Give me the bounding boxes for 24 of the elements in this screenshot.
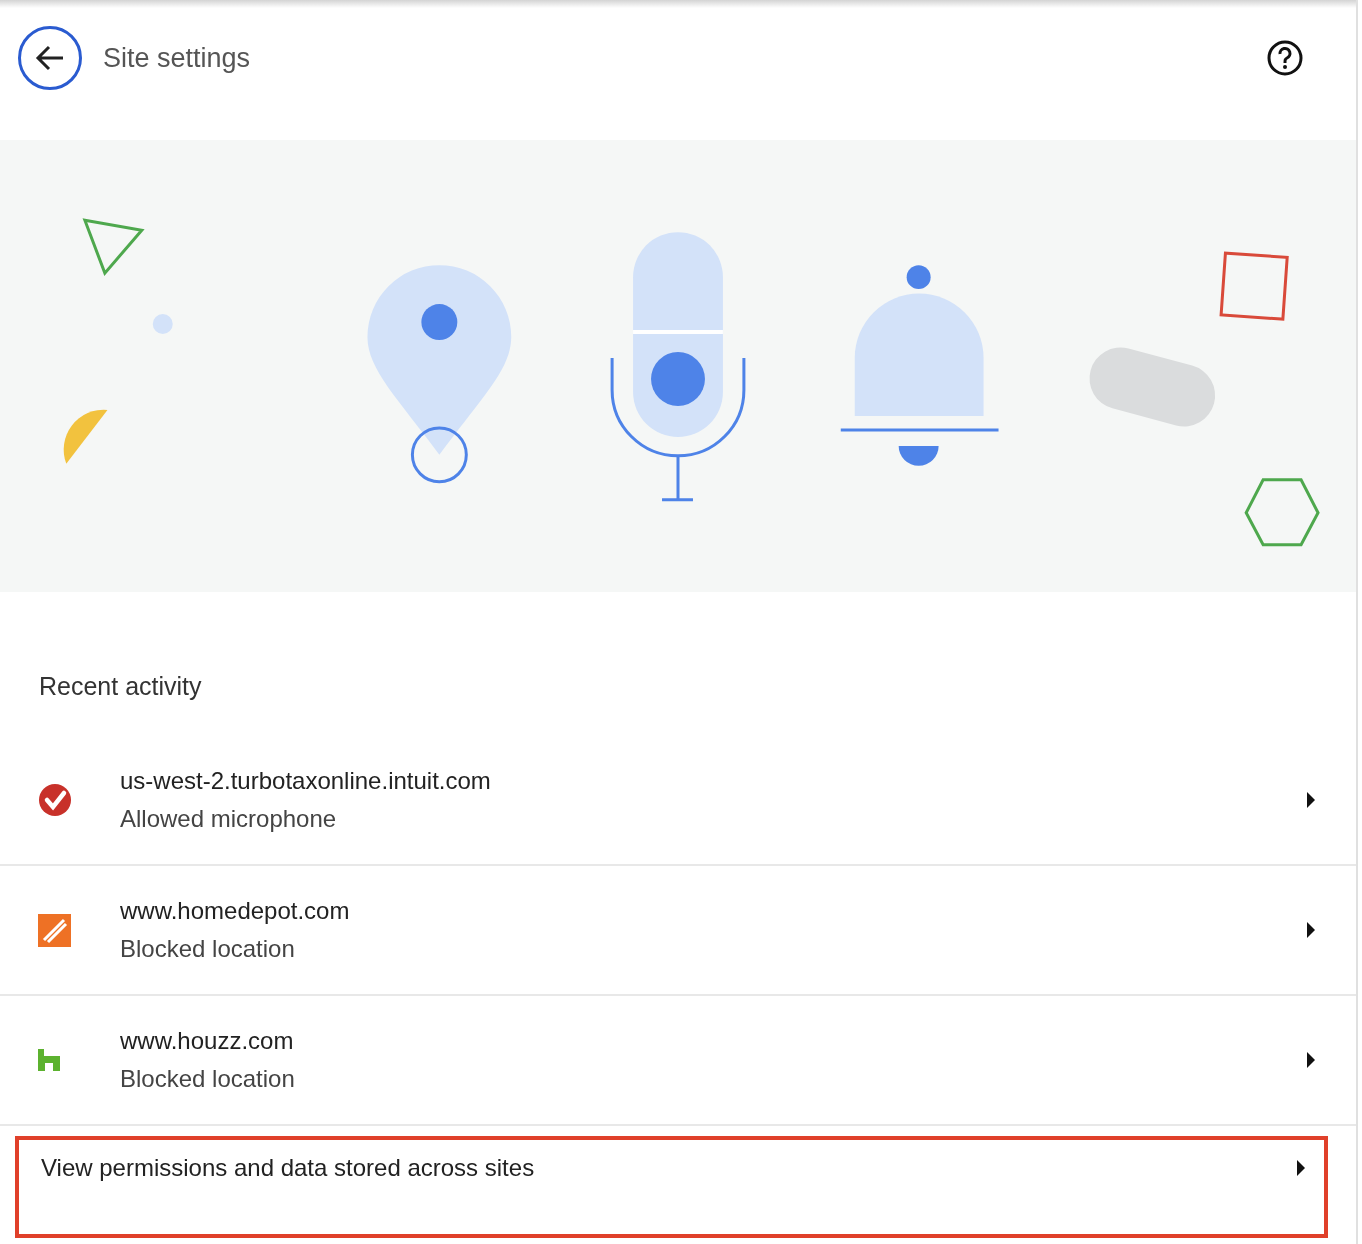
permission-status: Blocked location (120, 935, 296, 963)
site-row[interactable]: www.homedepot.com Blocked location (0, 866, 1356, 996)
caret-icon (1306, 792, 1316, 808)
help-icon (1266, 39, 1304, 77)
back-arrow-icon (35, 45, 65, 71)
page-title: Site settings (103, 42, 252, 74)
caret-icon (1296, 1160, 1306, 1176)
site-row[interactable]: www.houzz.com Blocked location (0, 996, 1356, 1126)
permission-status: Blocked location (120, 1065, 296, 1093)
caret-icon (1306, 922, 1316, 938)
help-button[interactable] (1266, 39, 1304, 77)
site-domain: www.homedepot.com (120, 897, 351, 925)
permission-status: Allowed microphone (120, 805, 338, 833)
caret-icon (1306, 1052, 1316, 1068)
check-circle-icon (38, 783, 72, 817)
site-domain: us-west-2.turbotaxonline.intuit.com (120, 767, 492, 795)
site-domain: www.houzz.com (120, 1027, 295, 1055)
house-logo-icon (38, 1049, 60, 1071)
site-row[interactable]: us-west-2.turbotaxonline.intuit.com Allowed microphone (0, 736, 1356, 866)
all-sites-label: View permissions and data stored across sites (41, 1154, 536, 1182)
section-title: Recent activity (39, 672, 202, 701)
back-button[interactable] (18, 26, 82, 90)
all-sites-row[interactable]: View permissions and data stored across sites (15, 1136, 1328, 1238)
square-logo-icon (38, 913, 71, 947)
